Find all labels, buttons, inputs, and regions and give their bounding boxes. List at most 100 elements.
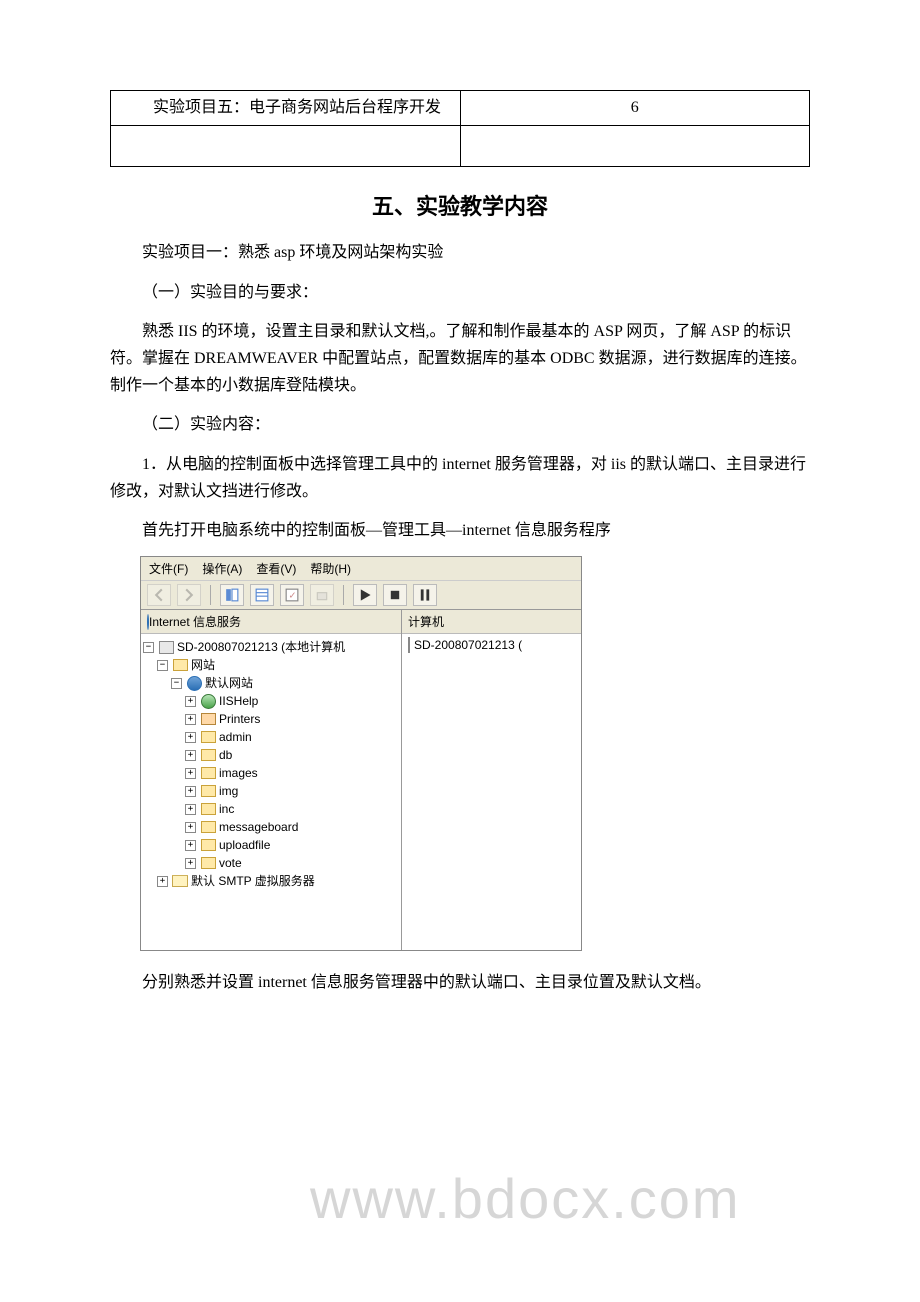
menu-view[interactable]: 查看(V) bbox=[256, 560, 296, 577]
collapse-icon[interactable]: − bbox=[143, 642, 154, 653]
pause-icon[interactable] bbox=[413, 584, 437, 606]
paragraph: 1．从电脑的控制面板中选择管理工具中的 internet 服务管理器，对 iis… bbox=[110, 451, 810, 505]
folder-icon bbox=[200, 802, 216, 816]
svg-text:✓: ✓ bbox=[289, 591, 297, 601]
tree-label: inc bbox=[219, 800, 234, 818]
menu-file[interactable]: 文件(F) bbox=[149, 560, 188, 577]
tree-label: 网站 bbox=[191, 656, 215, 674]
expand-icon[interactable]: + bbox=[185, 840, 196, 851]
paragraph: 实验项目一：熟悉 asp 环境及网站架构实验 bbox=[110, 239, 810, 266]
menubar[interactable]: 文件(F) 操作(A) 查看(V) 帮助(H) bbox=[141, 557, 581, 581]
content-panes: Internet 信息服务 − SD-200807021213 (本地计算机 − bbox=[141, 610, 581, 950]
folder-icon bbox=[200, 856, 216, 870]
tree-pane: Internet 信息服务 − SD-200807021213 (本地计算机 − bbox=[141, 610, 402, 950]
tree-node[interactable]: + messageboard bbox=[143, 818, 399, 836]
tree-label: admin bbox=[219, 728, 252, 746]
stop-icon[interactable] bbox=[383, 584, 407, 606]
smtp-icon bbox=[172, 874, 188, 888]
paragraph: 熟悉 IIS 的环境，设置主目录和默认文档,。了解和制作最基本的 ASP 网页，… bbox=[110, 318, 810, 400]
paragraph: （二）实验内容： bbox=[110, 411, 810, 438]
expand-icon[interactable]: + bbox=[185, 804, 196, 815]
iis-window: 文件(F) 操作(A) 查看(V) 帮助(H) bbox=[140, 556, 582, 951]
tree-node[interactable]: + Printers bbox=[143, 710, 399, 728]
tree-body[interactable]: − SD-200807021213 (本地计算机 − 网站 − bbox=[141, 634, 401, 894]
export-icon[interactable] bbox=[310, 584, 334, 606]
paragraph: 分别熟悉并设置 internet 信息服务管理器中的默认端口、主目录位置及默认文… bbox=[110, 969, 810, 996]
tree-node[interactable]: + db bbox=[143, 746, 399, 764]
list-pane: 计算机 SD-200807021213 ( bbox=[402, 610, 581, 950]
tree-label: img bbox=[219, 782, 238, 800]
list-item[interactable]: SD-200807021213 ( bbox=[402, 634, 581, 656]
expand-icon[interactable]: + bbox=[185, 714, 196, 725]
tree-label: images bbox=[219, 764, 258, 782]
tree-node[interactable]: − 网站 bbox=[143, 656, 399, 674]
printers-icon bbox=[200, 712, 216, 726]
separator-icon bbox=[343, 585, 344, 605]
collapse-icon[interactable]: − bbox=[171, 678, 182, 689]
folder-icon bbox=[200, 820, 216, 834]
tree-root[interactable]: − SD-200807021213 (本地计算机 bbox=[143, 638, 399, 656]
list-header[interactable]: 计算机 bbox=[402, 610, 581, 634]
section-heading: 五、实验教学内容 bbox=[110, 189, 810, 221]
table-row bbox=[111, 126, 810, 167]
folder-icon bbox=[200, 766, 216, 780]
folder-icon bbox=[172, 658, 188, 672]
tree-header: Internet 信息服务 bbox=[141, 610, 401, 634]
properties-icon[interactable]: ✓ bbox=[280, 584, 304, 606]
folder-icon bbox=[200, 838, 216, 852]
paragraph: （一）实验目的与要求： bbox=[110, 279, 810, 306]
list-view-icon[interactable] bbox=[250, 584, 274, 606]
tree-node[interactable]: + IISHelp bbox=[143, 692, 399, 710]
tree-node[interactable]: + admin bbox=[143, 728, 399, 746]
tree-node[interactable]: + inc bbox=[143, 800, 399, 818]
cell-project: 实验项目五：电子商务网站后台程序开发 bbox=[111, 91, 461, 126]
toolbar: ✓ bbox=[141, 581, 581, 610]
tree-node[interactable]: + uploadfile bbox=[143, 836, 399, 854]
expand-icon[interactable]: + bbox=[185, 768, 196, 779]
globe-icon bbox=[186, 676, 202, 690]
forward-button[interactable] bbox=[177, 584, 201, 606]
table-row: 实验项目五：电子商务网站后台程序开发 6 bbox=[111, 91, 810, 126]
tree-node[interactable]: + 默认 SMTP 虚拟服务器 bbox=[143, 872, 399, 890]
expand-icon[interactable]: + bbox=[157, 876, 168, 887]
cell-empty bbox=[111, 126, 461, 167]
tree-node[interactable]: + vote bbox=[143, 854, 399, 872]
expand-icon[interactable]: + bbox=[185, 786, 196, 797]
experiment-table: 实验项目五：电子商务网站后台程序开发 6 bbox=[110, 90, 810, 167]
menu-action[interactable]: 操作(A) bbox=[202, 560, 242, 577]
tree-label: Printers bbox=[219, 710, 260, 728]
expand-icon[interactable]: + bbox=[185, 750, 196, 761]
tree-label: IISHelp bbox=[219, 692, 258, 710]
tree-node[interactable]: + images bbox=[143, 764, 399, 782]
paragraph: 首先打开电脑系统中的控制面板—管理工具—internet 信息服务程序 bbox=[110, 517, 810, 544]
expand-icon[interactable]: + bbox=[185, 822, 196, 833]
tree-node[interactable]: + img bbox=[143, 782, 399, 800]
tree-label: db bbox=[219, 746, 232, 764]
tree-label: uploadfile bbox=[219, 836, 270, 854]
tree-label: SD-200807021213 (本地计算机 bbox=[177, 638, 345, 656]
back-button[interactable] bbox=[147, 584, 171, 606]
iishelp-icon bbox=[200, 694, 216, 708]
computer-icon bbox=[408, 638, 410, 652]
watermark: www.bdocx.com bbox=[310, 1166, 741, 1231]
start-icon[interactable] bbox=[353, 584, 377, 606]
tree-view-icon[interactable] bbox=[220, 584, 244, 606]
menu-help[interactable]: 帮助(H) bbox=[310, 560, 351, 577]
collapse-icon[interactable]: − bbox=[157, 660, 168, 671]
tree-label: vote bbox=[219, 854, 242, 872]
folder-icon bbox=[200, 730, 216, 744]
tree-node[interactable]: − 默认网站 bbox=[143, 674, 399, 692]
expand-icon[interactable]: + bbox=[185, 732, 196, 743]
computer-icon bbox=[158, 640, 174, 654]
expand-icon[interactable]: + bbox=[185, 696, 196, 707]
list-item-label: SD-200807021213 ( bbox=[414, 638, 522, 652]
cell-hours: 6 bbox=[460, 91, 810, 126]
folder-icon bbox=[200, 748, 216, 762]
tree-label: messageboard bbox=[219, 818, 298, 836]
tree-header-label: Internet 信息服务 bbox=[149, 613, 241, 630]
separator-icon bbox=[210, 585, 211, 605]
tree-label: 默认网站 bbox=[205, 674, 253, 692]
folder-icon bbox=[200, 784, 216, 798]
tree-label: 默认 SMTP 虚拟服务器 bbox=[191, 872, 315, 890]
expand-icon[interactable]: + bbox=[185, 858, 196, 869]
